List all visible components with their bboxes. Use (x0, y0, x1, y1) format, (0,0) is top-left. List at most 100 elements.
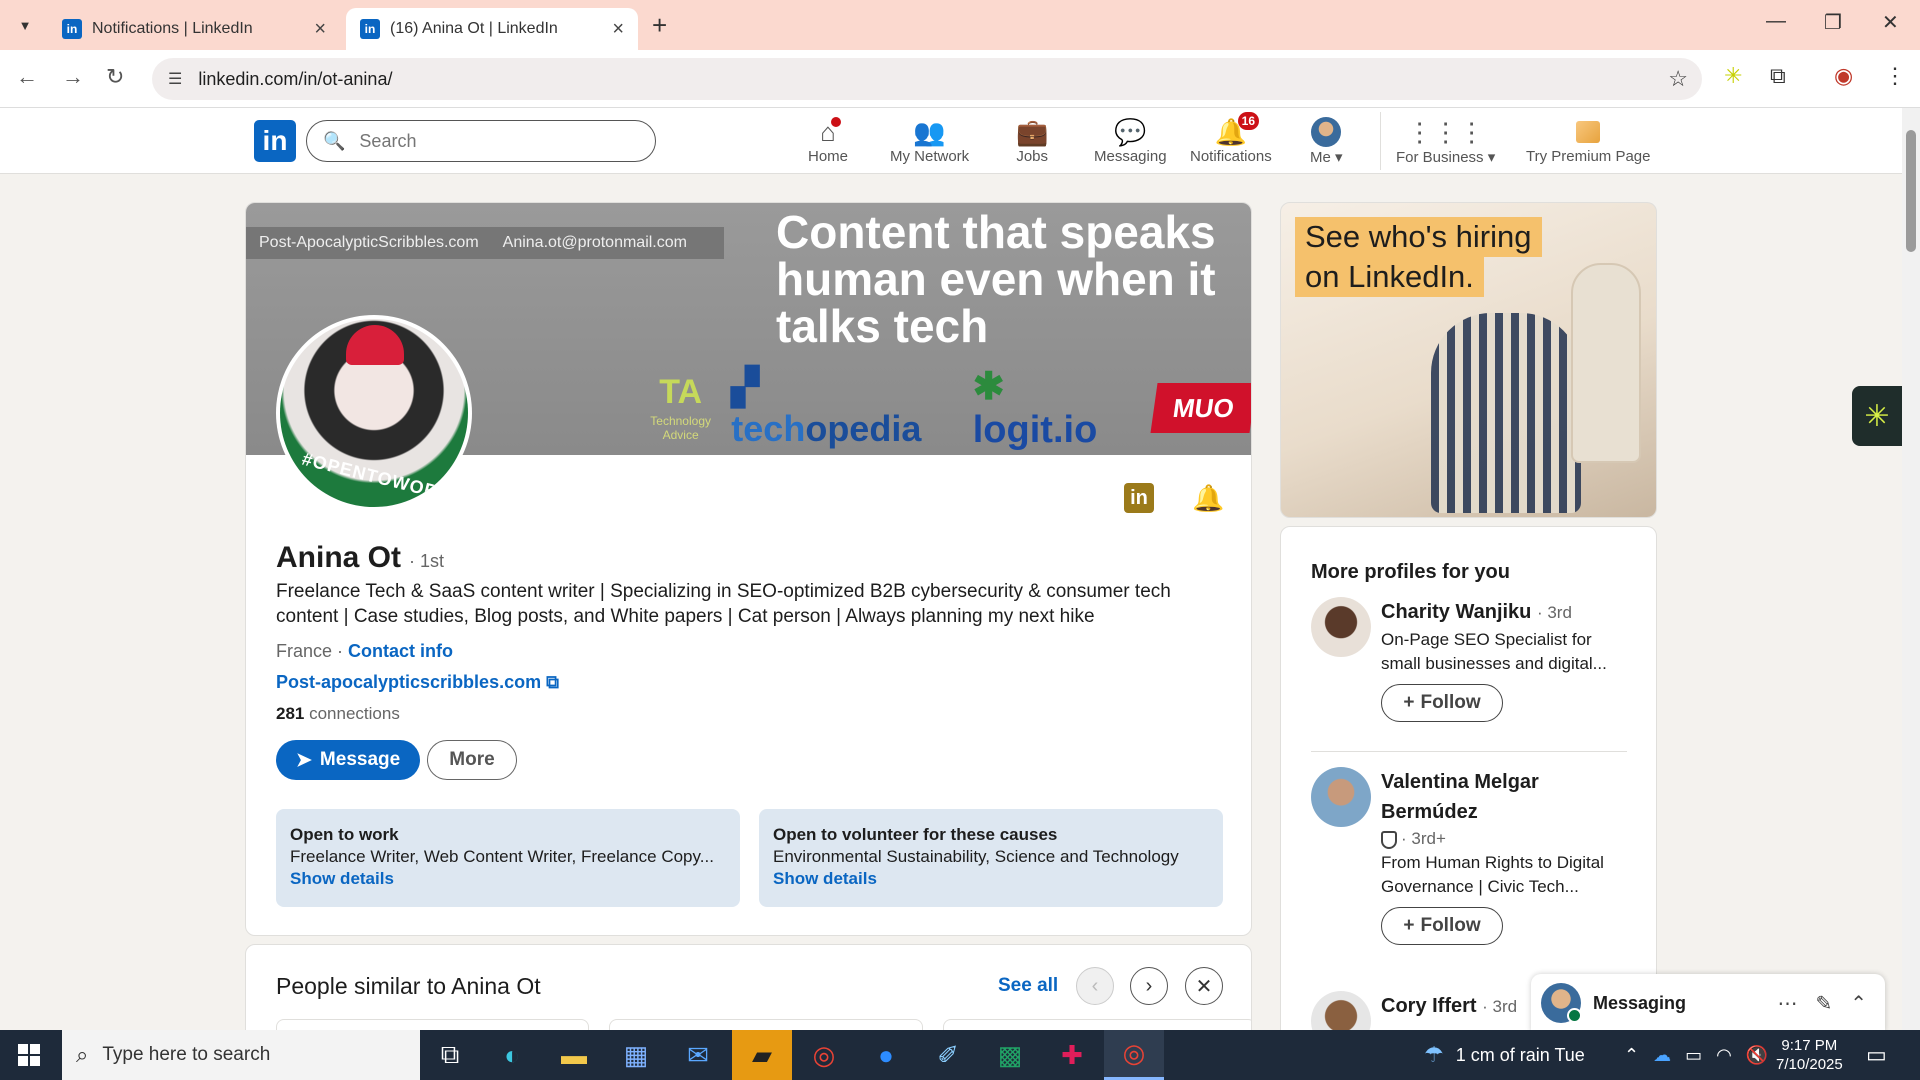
follow-button[interactable]: + Follow (1381, 907, 1503, 945)
profile-icon[interactable]: ◉ (1834, 63, 1853, 89)
taskbar-clock[interactable]: 9:17 PM 7/10/2025 (1776, 1036, 1843, 1074)
profile-headline: Freelance Tech & SaaS content writer | S… (276, 581, 1171, 627)
slack-icon[interactable]: ✚ (1042, 1030, 1102, 1080)
close-window-icon[interactable]: ✕ (1882, 10, 1899, 35)
open-to-work-box[interactable]: Open to work Freelance Writer, Web Conte… (276, 809, 740, 907)
profile-photo-image: #OPENTOWORK (280, 319, 468, 507)
bookmark-star-icon[interactable]: ☆ (1668, 66, 1688, 92)
profile-description: On-Page SEO Specialist for small busines… (1381, 630, 1607, 673)
profile-name[interactable]: Valentina Melgar Bermúdez (1381, 767, 1631, 827)
nav-label: My Network (890, 148, 970, 165)
battery-icon[interactable]: ▭ (1685, 1045, 1702, 1066)
nav-try-premium[interactable]: Try Premium Page (1526, 116, 1650, 165)
notifications-center-icon[interactable]: ▭ (1866, 1030, 1887, 1080)
notepad-icon[interactable]: ✐ (918, 1030, 978, 1080)
edge-icon[interactable]: ◐ (482, 1030, 542, 1080)
store-icon[interactable]: ▦ (606, 1030, 666, 1080)
banner-website-text: Post-ApocalypticScribbles.com (259, 234, 479, 251)
profile-avatar[interactable] (1311, 767, 1371, 827)
nav-messaging[interactable]: 💬 Messaging (1094, 116, 1167, 165)
chevron-up-icon[interactable]: ⌃ (1850, 991, 1867, 1016)
browser-tab-notifications[interactable]: in Notifications | LinkedIn × (48, 8, 340, 50)
profile-photo[interactable]: #OPENTOWORK (276, 315, 472, 511)
scrollbar-thumb[interactable] (1906, 130, 1916, 252)
site-settings-icon[interactable]: ☰ (168, 69, 182, 89)
contact-info-link[interactable]: Contact info (348, 641, 453, 661)
onedrive-cloud-icon[interactable]: ☁ (1653, 1045, 1671, 1066)
windows-start-icon[interactable] (18, 1044, 40, 1066)
carousel-prev-button[interactable]: ‹ (1076, 967, 1114, 1005)
minimize-icon[interactable]: — (1766, 10, 1786, 33)
chrome-profile-icon[interactable]: ◎ (1104, 1030, 1164, 1080)
clock-time: 9:17 PM (1781, 1037, 1838, 1054)
page-scrollbar[interactable] (1902, 108, 1920, 1030)
follow-button[interactable]: + Follow (1381, 684, 1503, 722)
new-tab-plus-icon[interactable]: + (652, 10, 667, 41)
chevron-up-icon[interactable]: ⌃ (1624, 1045, 1639, 1066)
open-to-volunteer-show-details[interactable]: Show details (773, 869, 1209, 889)
restore-icon[interactable]: ❐ (1824, 10, 1842, 35)
extensions-puzzle-icon[interactable]: ⧉ (1770, 63, 1786, 89)
nav-for-business[interactable]: ⋮⋮⋮ For Business ▾ (1396, 116, 1495, 166)
extension-asterisk-icon[interactable]: ✳ (1724, 63, 1742, 89)
search-icon: 🔍 (323, 130, 346, 151)
search-input[interactable] (359, 130, 620, 152)
zoom-icon[interactable]: ● (856, 1030, 916, 1080)
more-options-icon[interactable]: ⋯ (1777, 991, 1797, 1016)
taskbar-search[interactable]: ⌕ Type here to search (62, 1030, 420, 1080)
search-box[interactable]: 🔍 (306, 120, 656, 162)
open-to-work-show-details[interactable]: Show details (290, 869, 726, 889)
speaker-muted-icon[interactable]: 🔇 (1746, 1045, 1768, 1066)
nav-notifications[interactable]: 🔔 16 Notifications (1190, 112, 1272, 165)
excel-icon[interactable]: ▩ (980, 1030, 1040, 1080)
nav-my-network[interactable]: 👥 My Network (890, 116, 969, 165)
mail-icon[interactable]: ✉ (668, 1030, 728, 1080)
more-button[interactable]: More (427, 740, 517, 780)
compose-icon[interactable]: ✎ (1815, 991, 1832, 1016)
open-to-volunteer-detail: Environmental Sustainability, Science an… (773, 847, 1179, 866)
linkedin-favicon-icon: in (360, 19, 380, 39)
website-link[interactable]: Post-apocalypticscribbles.com ⧉ (276, 672, 559, 693)
linkedin-company-icon[interactable]: in (1124, 483, 1154, 513)
reload-icon[interactable]: ↻ (106, 64, 124, 90)
wifi-icon[interactable]: ◠ (1716, 1045, 1732, 1066)
task-view-icon[interactable]: ⧉ (420, 1030, 480, 1080)
name-row: Anina Ot · 1st (276, 541, 444, 575)
sticky-notes-icon[interactable]: ▰ (732, 1030, 792, 1080)
dismiss-close-button[interactable]: ✕ (1185, 967, 1223, 1005)
browser-toolbar: ← → ↻ ☰ linkedin.com/in/ot-anina/ ☆ ✳ ⧉ … (0, 50, 1920, 108)
nav-jobs[interactable]: 💼 Jobs (1016, 116, 1048, 165)
search-icon: ⌕ (76, 1042, 89, 1067)
weather-widget[interactable]: ☂ 1 cm of rain Tue (1424, 1030, 1585, 1080)
hiring-ad-card[interactable]: See who's hiring on LinkedIn. (1280, 202, 1657, 518)
back-arrow-icon[interactable]: ← (16, 64, 38, 90)
message-button[interactable]: ➤ Message (276, 740, 421, 780)
messaging-overlay[interactable]: Messaging ⋯ ✎ ⌃ (1531, 974, 1885, 1032)
browser-tab-bar: ▼ in Notifications | LinkedIn × in (16) … (0, 0, 1920, 50)
nav-home[interactable]: ⌂ Home (808, 114, 848, 165)
profile-name-line[interactable]: Charity Wanjiku · 3rd (1381, 597, 1631, 628)
follow-bell-icon[interactable]: 🔔 (1192, 483, 1224, 514)
url-text[interactable]: linkedin.com/in/ot-anina/ (198, 69, 392, 90)
profile-card: Post-ApocalypticScribbles.com Anina.ot@p… (245, 202, 1252, 936)
messaging-label[interactable]: Messaging (1593, 993, 1777, 1014)
side-extension-asterisk-icon[interactable]: ✳ (1852, 386, 1902, 446)
browser-tab-profile[interactable]: in (16) Anina Ot | LinkedIn × (346, 8, 638, 50)
grid-icon: ⋮⋮⋮ (1406, 117, 1485, 147)
clock-date: 7/10/2025 (1776, 1056, 1843, 1073)
forward-arrow-icon[interactable]: → (62, 64, 84, 90)
file-explorer-icon[interactable]: ▬ (544, 1030, 604, 1080)
nav-me[interactable]: Me ▾ (1310, 116, 1343, 166)
close-tab-icon[interactable]: × (612, 18, 624, 41)
chrome-icon[interactable]: ◎ (794, 1030, 854, 1080)
browser-menu-icon[interactable]: ⋮ (1884, 63, 1906, 89)
profile-avatar[interactable] (1311, 597, 1371, 657)
address-bar[interactable]: ☰ linkedin.com/in/ot-anina/ ☆ (152, 58, 1702, 100)
open-to-volunteer-box[interactable]: Open to volunteer for these causes Envir… (759, 809, 1223, 907)
see-all-link[interactable]: See all (998, 975, 1058, 997)
carousel-next-button[interactable]: › (1130, 967, 1168, 1005)
linkedin-logo[interactable]: in (254, 120, 296, 162)
close-tab-icon[interactable]: × (314, 18, 326, 41)
connections-count[interactable]: 281 connections (276, 704, 400, 724)
tab-search-button[interactable]: ▼ (12, 12, 38, 38)
